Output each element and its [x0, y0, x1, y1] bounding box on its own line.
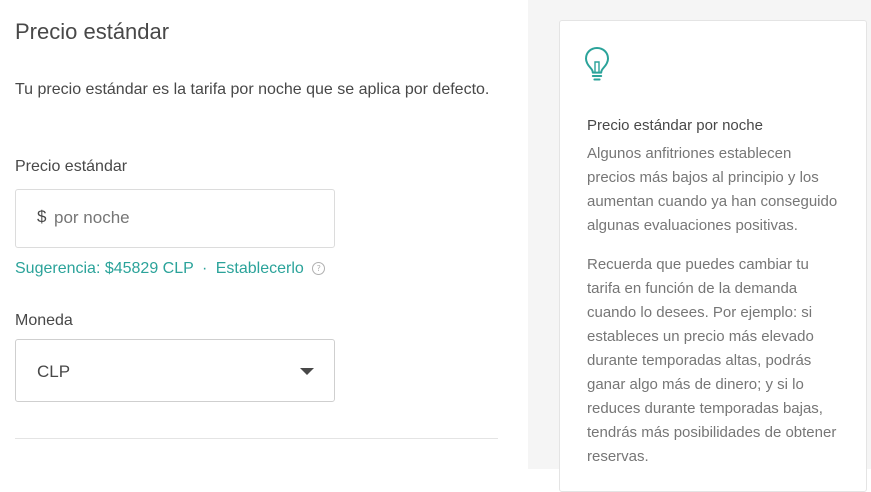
currency-select-value: CLP: [37, 362, 71, 381]
lightbulb-icon: [585, 47, 609, 81]
help-icon[interactable]: ?: [312, 262, 326, 275]
tip-paragraph-2: Recuerda que puedes cambiar tu tarifa en…: [587, 256, 837, 465]
price-input-box[interactable]: $: [15, 189, 335, 248]
page-title: Precio estándar: [15, 19, 170, 44]
set-suggestion-link[interactable]: Establecerlo: [216, 260, 304, 277]
section-description: Tu precio estándar es la tarifa por noch…: [15, 81, 490, 98]
currency-symbol: $: [37, 207, 47, 226]
tip-paragraph-1: Algunos anfitriones establecen precios m…: [587, 118, 843, 238]
suggestion-text: Sugerencia: $45829 CLP: [15, 260, 194, 277]
price-suggestion: Sugerencia: $45829 CLP · Establecerlo ?: [15, 260, 326, 278]
section-divider: [15, 438, 498, 439]
suggestion-separator: ·: [201, 260, 208, 277]
currency-field-label: Moneda: [15, 312, 73, 329]
price-field-label: Precio estándar: [15, 158, 128, 175]
chevron-down-icon: [300, 368, 314, 375]
tip-card: Precio estándar por noche Algunos anfitr…: [559, 20, 867, 492]
main-panel: Precio estándar Tu precio estándar es la…: [0, 0, 528, 469]
currency-select[interactable]: CLP: [15, 339, 335, 402]
tip-paragraph-1-text: Algunos anfitriones establecen precios m…: [587, 145, 838, 234]
price-input[interactable]: [53, 200, 324, 236]
